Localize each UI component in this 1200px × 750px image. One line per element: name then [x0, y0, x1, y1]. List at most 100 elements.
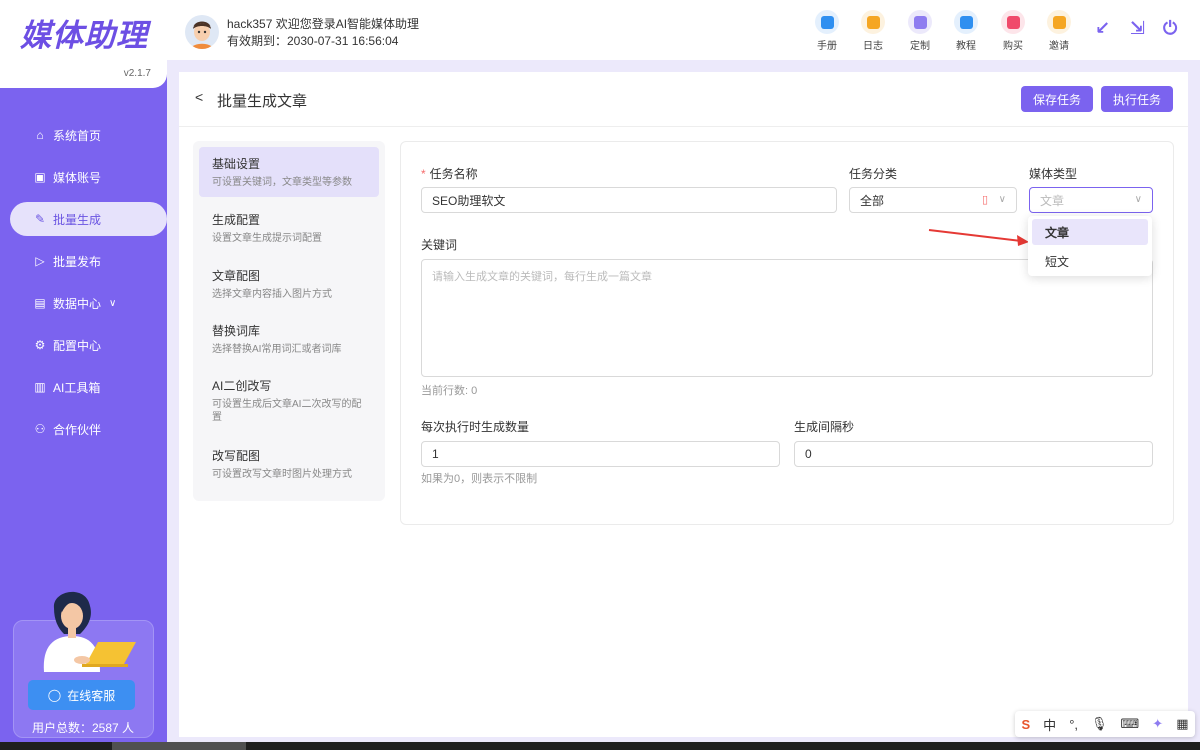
- media-type-dropdown: 文章 短文: [1028, 216, 1152, 276]
- skin-icon[interactable]: ✦: [1152, 716, 1163, 732]
- step-desc: 可设置关键词，文章类型等参数: [212, 177, 352, 188]
- chevron-down-icon: ∨: [1134, 194, 1142, 205]
- step-title: 替换词库: [212, 324, 261, 338]
- clear-icon[interactable]: ▯: [982, 193, 988, 206]
- ime-logo-icon[interactable]: S: [1022, 717, 1031, 732]
- step-title: AI二创改写: [212, 379, 272, 393]
- keyboard-icon[interactable]: ⌨: [1121, 716, 1140, 732]
- edit-icon: ✎: [34, 212, 46, 226]
- main-panel: < 批量生成文章 保存任务 执行任务 基础设置 可设置关键词，文章类型等参数 生…: [179, 72, 1188, 737]
- step-replace-lexicon[interactable]: 替换词库 选择替换AI常用词汇或者词库: [199, 314, 379, 364]
- category-label: 任务分类: [849, 167, 898, 181]
- taskbar: [0, 742, 1200, 750]
- interval-label: 生成间隔秒: [794, 420, 855, 434]
- sidebar: 媒体助理 v2.1.7 ⌂ 系统首页 ▣ 媒体账号 ✎ 批量生成 ▷ 批量发布 …: [0, 0, 167, 742]
- ime-punct-icon[interactable]: °,: [1069, 717, 1078, 732]
- partner-icon: ⚇: [34, 422, 46, 436]
- run-task-button[interactable]: 执行任务: [1101, 86, 1174, 112]
- step-article-images[interactable]: 文章配图 选择文章内容插入图片方式: [199, 259, 379, 309]
- sidebar-item-label: 数据中心: [53, 296, 102, 311]
- welcome-text: hack357 欢迎您登录AI智能媒体助理: [227, 17, 420, 31]
- tool-label: 手册: [817, 41, 837, 52]
- count-hint: 如果为0，则表示不限制: [421, 473, 538, 485]
- ime-mode[interactable]: 中: [1043, 715, 1056, 734]
- sidebar-item-label: AI工具箱: [53, 380, 101, 395]
- step-title: 改写配图: [212, 449, 261, 463]
- annotation-arrow-icon: [928, 229, 1029, 246]
- online-support-button[interactable]: ◯ 在线客服: [28, 680, 135, 710]
- step-generate-config[interactable]: 生成配置 设置文章生成提示词配置: [199, 203, 379, 253]
- step-basic-settings[interactable]: 基础设置 可设置关键词，文章类型等参数: [199, 147, 379, 197]
- sidebar-item-accounts[interactable]: ▣ 媒体账号: [0, 160, 167, 194]
- users-total: 用户总数：2587 人: [32, 721, 135, 735]
- dropdown-option-short[interactable]: 短文: [1032, 248, 1148, 274]
- customize-icon: [908, 10, 932, 34]
- interval-input[interactable]: 0: [794, 441, 1153, 467]
- grid-menu-icon[interactable]: ▦: [1176, 716, 1188, 732]
- home-icon: ⌂: [36, 128, 44, 142]
- avatar[interactable]: [185, 15, 219, 49]
- tutorial-icon: [954, 10, 978, 34]
- support-illustration-icon: [43, 591, 136, 672]
- expiry-text: 有效期到：2030-07-31 16:56:04: [227, 34, 399, 48]
- tool-label: 定制: [910, 41, 930, 52]
- step-ai-rewrite[interactable]: AI二创改写 可设置生成后文章AI二次改写的配置: [199, 369, 379, 432]
- gear-icon: ⚙: [34, 338, 46, 352]
- step-desc: 选择替换AI常用词汇或者词库: [212, 344, 342, 355]
- keywords-textarea[interactable]: 请输入生成文章的关键词，每行生成一篇文章: [421, 259, 1153, 377]
- account-icon: ▣: [34, 170, 46, 184]
- tool-label: 日志: [863, 41, 883, 52]
- basic-settings-form: * 任务名称 SEO助理软文 任务分类 全部 ▯ ∨ 媒体类型 文章 ∨ 关键词 …: [400, 141, 1174, 525]
- tutorial-button[interactable]: 教程: [951, 10, 981, 52]
- sidebar-nav: ⌂ 系统首页 ▣ 媒体账号 ✎ 批量生成 ▷ 批量发布 ▤ 数据中心 ∨ ⚙ 配…: [0, 118, 167, 454]
- sidebar-item-label: 批量发布: [53, 254, 102, 269]
- sidebar-item-label: 媒体账号: [53, 170, 102, 185]
- sidebar-item-partners[interactable]: ⚇ 合作伙伴: [0, 412, 167, 446]
- ime-toolbar: S 中 °, 🎙 ⌨ ✦ ▦: [1015, 711, 1195, 737]
- task-name-label: * 任务名称: [421, 167, 478, 181]
- page-title: 批量生成文章: [217, 93, 308, 110]
- page-header: < 批量生成文章 保存任务 执行任务: [179, 72, 1188, 127]
- purchase-icon: [1001, 10, 1025, 34]
- count-input[interactable]: 1: [421, 441, 780, 467]
- sidebar-item-batch-generate[interactable]: ✎ 批量生成: [10, 202, 167, 236]
- line-count: 当前行数: 0: [421, 385, 478, 397]
- back-icon[interactable]: <: [195, 89, 203, 105]
- step-desc: 可设置生成后文章AI二次改写的配置: [212, 399, 362, 423]
- sidebar-item-config-center[interactable]: ⚙ 配置中心: [0, 328, 167, 362]
- sidebar-item-label: 系统首页: [53, 128, 102, 143]
- sidebar-item-batch-publish[interactable]: ▷ 批量发布: [0, 244, 167, 278]
- top-header: hack357 欢迎您登录AI智能媒体助理 有效期到：2030-07-31 16…: [167, 0, 1200, 60]
- media-type-label: 媒体类型: [1029, 167, 1078, 181]
- step-list: 基础设置 可设置关键词，文章类型等参数 生成配置 设置文章生成提示词配置 文章配…: [193, 141, 385, 501]
- taskbar-item[interactable]: [112, 742, 246, 750]
- shrink-window-icon[interactable]: ⇲: [1130, 18, 1145, 39]
- sidebar-item-label: 配置中心: [53, 338, 102, 353]
- log-button[interactable]: 日志: [858, 10, 888, 52]
- task-name-input[interactable]: SEO助理软文: [421, 187, 837, 213]
- save-task-button[interactable]: 保存任务: [1021, 86, 1094, 112]
- sidebar-item-data-center[interactable]: ▤ 数据中心 ∨: [0, 286, 167, 320]
- tool-label: 教程: [956, 41, 976, 52]
- sidebar-item-home[interactable]: ⌂ 系统首页: [0, 118, 167, 152]
- sidebar-item-ai-toolbox[interactable]: ▥ AI工具箱: [0, 370, 167, 404]
- sidebar-item-label: 批量生成: [53, 212, 102, 227]
- minimize-window-icon[interactable]: ↙: [1095, 18, 1110, 39]
- media-type-select[interactable]: 文章 ∨: [1029, 187, 1153, 213]
- tool-label: 邀请: [1049, 41, 1069, 52]
- log-icon: [861, 10, 885, 34]
- power-icon[interactable]: ⏻: [1163, 18, 1177, 39]
- count-label: 每次执行时生成数量: [421, 420, 530, 434]
- microphone-icon[interactable]: 🎙: [1091, 716, 1108, 732]
- manual-button[interactable]: 手册: [812, 10, 842, 52]
- manual-icon: [815, 10, 839, 34]
- step-desc: 设置文章生成提示词配置: [212, 233, 322, 244]
- step-desc: 可设置改写文章时图片处理方式: [212, 469, 352, 480]
- category-select[interactable]: 全部 ▯ ∨: [849, 187, 1017, 213]
- dropdown-option-article[interactable]: 文章: [1032, 219, 1148, 245]
- step-rewrite-images[interactable]: 改写配图 可设置改写文章时图片处理方式: [199, 439, 379, 489]
- purchase-button[interactable]: 购买: [998, 10, 1028, 52]
- invite-button[interactable]: 邀请: [1044, 10, 1074, 52]
- tool-label: 购买: [1003, 41, 1023, 52]
- customize-button[interactable]: 定制: [905, 10, 935, 52]
